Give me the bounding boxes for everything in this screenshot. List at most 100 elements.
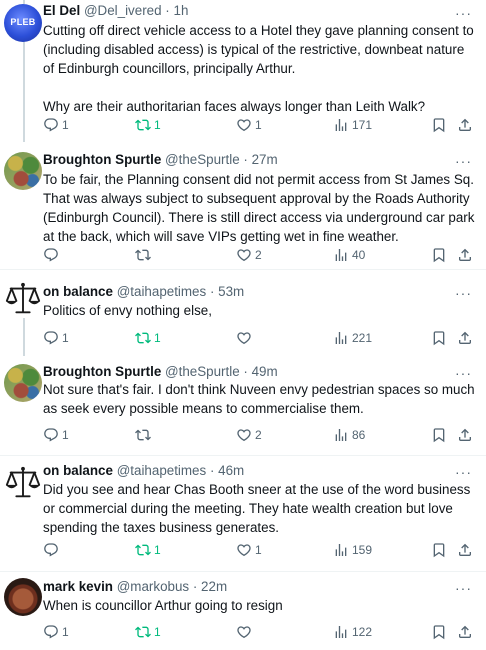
post-time[interactable]: 46m — [218, 463, 244, 478]
author-name[interactable]: El Del — [43, 3, 80, 18]
post[interactable]: on balance @taihapetimes · 53m ··· Polit… — [0, 270, 486, 356]
views-icon — [333, 427, 349, 443]
bookmark-button[interactable] — [431, 329, 447, 347]
share-icon — [457, 117, 473, 133]
share-button[interactable] — [457, 541, 473, 559]
bookmark-button[interactable] — [431, 246, 447, 264]
post-time[interactable]: 53m — [218, 284, 244, 299]
retweet-button[interactable] — [135, 246, 154, 264]
avatar[interactable]: PLEB — [4, 4, 42, 42]
views-button[interactable]: 86 — [333, 426, 365, 444]
reply-button[interactable] — [43, 246, 62, 264]
reply-button[interactable] — [43, 541, 62, 559]
more-options-icon[interactable]: ··· — [455, 581, 472, 595]
share-button[interactable] — [457, 116, 473, 134]
retweet-button[interactable]: 1 — [135, 541, 161, 559]
author-name[interactable]: Broughton Spurtle — [43, 152, 161, 167]
author-handle[interactable]: @theSpurtle — [165, 364, 240, 379]
avatar[interactable] — [4, 578, 42, 616]
bookmark-button[interactable] — [431, 116, 447, 134]
avatar[interactable] — [4, 364, 42, 402]
more-options-icon[interactable]: ··· — [455, 366, 472, 380]
retweet-button[interactable]: 1 — [135, 116, 161, 134]
heart-icon — [236, 330, 252, 346]
like-button[interactable]: 1 — [236, 116, 262, 134]
action-bar: 1 2 86 — [43, 426, 486, 444]
share-button[interactable] — [457, 246, 473, 264]
post-header: El Del @Del_ivered · 1h — [43, 2, 188, 20]
avatar[interactable] — [4, 464, 42, 502]
views-button[interactable]: 159 — [333, 541, 372, 559]
author-handle[interactable]: @taihapetimes — [117, 463, 207, 478]
bookmark-button[interactable] — [431, 541, 447, 559]
share-icon — [457, 542, 473, 558]
author-name[interactable]: Broughton Spurtle — [43, 364, 161, 379]
post[interactable]: on balance @taihapetimes · 46m ··· Did y… — [0, 456, 486, 572]
retweet-icon — [135, 117, 151, 133]
post-time[interactable]: 1h — [174, 3, 189, 18]
views-button[interactable]: 122 — [333, 623, 372, 641]
reply-button[interactable]: 1 — [43, 116, 69, 134]
post[interactable]: Broughton Spurtle @theSpurtle · 27m ··· … — [0, 142, 486, 270]
author-handle[interactable]: @theSpurtle — [165, 152, 240, 167]
bookmark-button[interactable] — [431, 623, 447, 641]
views-button[interactable]: 221 — [333, 329, 372, 347]
heart-icon — [236, 624, 252, 640]
retweet-button[interactable] — [135, 426, 154, 444]
bookmark-icon — [431, 542, 447, 558]
like-count: 1 — [255, 543, 262, 557]
post-text: When is councillor Arthur going to resig… — [43, 596, 475, 615]
bookmark-button[interactable] — [431, 426, 447, 444]
more-options-icon[interactable]: ··· — [455, 6, 472, 20]
retweet-button[interactable]: 1 — [135, 329, 161, 347]
retweet-icon — [135, 624, 151, 640]
share-button[interactable] — [457, 426, 473, 444]
avatar[interactable] — [4, 152, 42, 190]
views-icon — [333, 330, 349, 346]
post[interactable]: mark kevin @markobus · 22m When is counc… — [0, 572, 486, 650]
action-bar: 2 40 — [43, 246, 486, 264]
post-time[interactable]: 27m — [252, 152, 278, 167]
like-button[interactable]: 2 — [236, 426, 262, 444]
reply-count: 1 — [62, 428, 69, 442]
more-options-icon[interactable]: ··· — [455, 154, 472, 168]
retweet-count: 1 — [154, 331, 161, 345]
like-button[interactable] — [236, 623, 255, 641]
like-button[interactable] — [236, 329, 255, 347]
like-button[interactable]: 1 — [236, 541, 262, 559]
reply-button[interactable]: 1 — [43, 623, 69, 641]
reply-button[interactable]: 1 — [43, 426, 69, 444]
retweet-icon — [135, 427, 151, 443]
author-name[interactable]: mark kevin — [43, 579, 113, 594]
post-text: To be fair, the Planning consent did not… — [43, 170, 475, 246]
author-handle[interactable]: @taihapetimes — [117, 284, 207, 299]
author-name[interactable]: on balance — [43, 284, 113, 299]
retweet-button[interactable]: 1 — [135, 623, 161, 641]
share-button[interactable] — [457, 329, 473, 347]
like-button[interactable]: 2 — [236, 246, 262, 264]
reply-button[interactable]: 1 — [43, 329, 69, 347]
bookmark-icon — [431, 427, 447, 443]
retweet-count: 1 — [154, 118, 161, 132]
post[interactable]: Broughton Spurtle @theSpurtle · 49m ··· … — [0, 356, 486, 456]
post-paragraph: Cutting off direct vehicle access to a H… — [43, 23, 474, 76]
heart-icon — [236, 427, 252, 443]
action-bar: 1 1 1 171 — [43, 116, 486, 134]
post-time[interactable]: 49m — [252, 364, 278, 379]
separator-dot: · — [243, 364, 248, 379]
post-time[interactable]: 22m — [201, 579, 227, 594]
author-name[interactable]: on balance — [43, 463, 113, 478]
views-button[interactable]: 171 — [333, 116, 372, 134]
author-handle[interactable]: @markobus — [117, 579, 189, 594]
retweet-count: 1 — [154, 543, 161, 557]
author-handle[interactable]: @Del_ivered — [84, 3, 162, 18]
more-options-icon[interactable]: ··· — [455, 465, 472, 479]
heart-icon — [236, 542, 252, 558]
post-header: on balance @taihapetimes · 46m — [43, 462, 244, 480]
views-button[interactable]: 40 — [333, 246, 365, 264]
post[interactable]: PLEB El Del @Del_ivered · 1h ··· Cutting… — [0, 0, 486, 142]
more-options-icon[interactable]: ··· — [455, 286, 472, 300]
reply-icon — [43, 427, 59, 443]
avatar[interactable] — [4, 280, 42, 318]
share-button[interactable] — [457, 623, 473, 641]
